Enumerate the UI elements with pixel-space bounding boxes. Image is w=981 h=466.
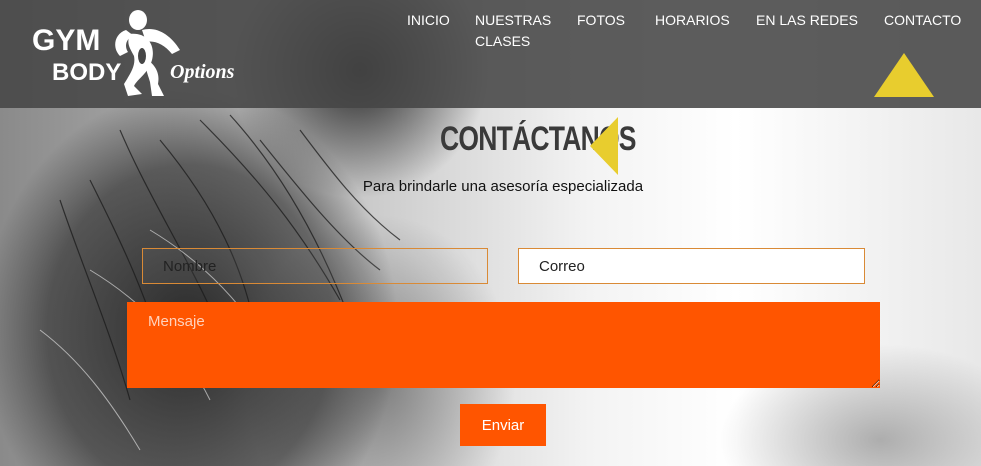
send-button[interactable]: Enviar — [460, 404, 546, 446]
nav-item-inicio[interactable]: INICIO — [407, 10, 450, 31]
nav-item-nuestras-clases[interactable]: NUESTRAS CLASES — [475, 10, 565, 52]
nav-item-horarios[interactable]: HORARIOS — [655, 10, 730, 31]
triangle-up-icon — [874, 53, 934, 97]
name-field[interactable] — [142, 248, 488, 284]
message-field[interactable] — [127, 302, 880, 388]
nav-item-fotos[interactable]: FOTOS — [577, 10, 625, 31]
triangle-left-icon — [590, 117, 618, 175]
site-header: GYM BODY Options INICIO NUESTRAS CLASES … — [0, 0, 981, 108]
email-field[interactable] — [518, 248, 865, 284]
page-subtitle: Para brindarle una asesoría especializad… — [362, 178, 644, 195]
gym-body-options-logo[interactable]: GYM BODY Options — [30, 4, 260, 100]
nav-item-contacto[interactable]: CONTACTO — [884, 10, 961, 31]
svg-text:BODY: BODY — [52, 59, 121, 86]
nav-item-en-las-redes[interactable]: EN LAS REDES — [756, 10, 858, 31]
svg-text:Options: Options — [170, 61, 235, 83]
svg-text:GYM: GYM — [32, 24, 100, 57]
